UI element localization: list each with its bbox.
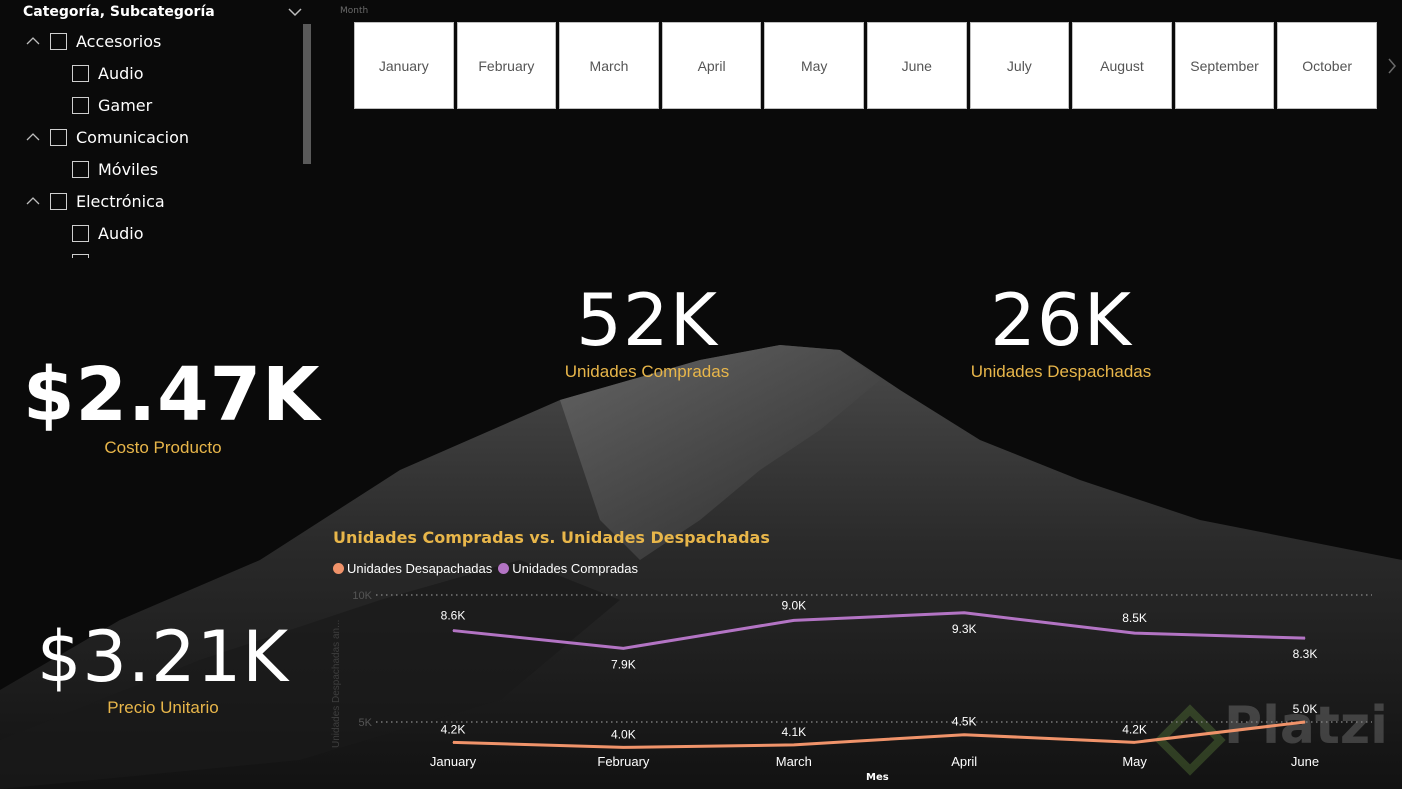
chevron-up-icon[interactable]: [24, 34, 42, 48]
month-tile[interactable]: March: [559, 22, 659, 109]
kpi-label: Precio Unitario: [107, 698, 219, 717]
slicer-item-label: Electrónica: [76, 191, 165, 211]
platzi-watermark-text: Platzi: [1224, 696, 1388, 756]
slicer-item-moviles[interactable]: Móviles: [72, 156, 158, 182]
slicer-item-electronica[interactable]: Electrónica: [24, 188, 165, 214]
kpi-unidades-despachadas: 26K Unidades Despachadas: [934, 284, 1188, 382]
legend-item-compradas[interactable]: Unidades Compradas: [498, 561, 638, 576]
chart-title: Unidades Compradas vs. Unidades Despacha…: [333, 528, 770, 547]
slicer-item-accesorios[interactable]: Accesorios: [24, 28, 161, 54]
slicer-item-label: Móviles: [98, 159, 159, 179]
slicer-item-label: Audio: [98, 63, 144, 83]
legend-dot: [333, 563, 344, 574]
slicer-item-label: Accesorios: [76, 31, 162, 51]
kpi-value: 52K: [576, 278, 718, 362]
chevron-up-icon[interactable]: [24, 194, 42, 208]
chevron-right-icon[interactable]: [1386, 56, 1398, 76]
x-axis-title: Mes: [866, 772, 889, 783]
month-tile[interactable]: October: [1277, 22, 1377, 109]
chart-legend: Unidades Desapachadas Unidades Compradas: [333, 561, 644, 576]
slicer-item-audio[interactable]: Audio: [72, 60, 143, 86]
slicer-item-gamer[interactable]: Gamer: [72, 92, 152, 118]
kpi-precio-unitario: $3.21K Precio Unitario: [23, 622, 303, 718]
checkbox[interactable]: [72, 96, 89, 114]
kpi-value: $2.47K: [23, 352, 321, 438]
month-tile[interactable]: April: [661, 22, 762, 109]
slicer-item-label: Comunicacion: [76, 127, 190, 147]
checkbox[interactable]: [72, 160, 89, 178]
month-tile[interactable]: July: [969, 22, 1070, 109]
category-slicer: Categoría, Subcategoría Accesorios Audio…: [0, 0, 320, 262]
legend-dot: [498, 563, 510, 574]
kpi-label: Unidades Compradas: [564, 362, 730, 381]
checkbox[interactable]: [72, 224, 89, 242]
month-slicer: January February March April May June Ju…: [354, 22, 1377, 109]
month-slicer-label: Month: [340, 6, 369, 16]
slicer-title: Categoría, Subcategoría: [23, 4, 215, 20]
kpi-label: Unidades Despachadas: [970, 362, 1152, 381]
slicer-item-audio[interactable]: Audio: [72, 220, 143, 246]
month-tile[interactable]: August: [1072, 22, 1172, 109]
y-axis-title: Unidades Despachadas an...: [331, 619, 342, 748]
month-tile[interactable]: June: [866, 22, 967, 109]
checkbox[interactable]: [50, 128, 67, 146]
legend-label: Unidades Desapachadas: [347, 561, 493, 576]
kpi-unidades-compradas: 52K Unidades Compradas: [520, 284, 774, 382]
kpi-costo-producto: $2.47K Costo Producto: [23, 352, 321, 458]
month-tile[interactable]: May: [764, 22, 864, 109]
month-tile[interactable]: February: [456, 22, 557, 109]
chevron-down-icon[interactable]: [287, 6, 303, 18]
slicer-scrollbar[interactable]: [303, 24, 311, 164]
checkbox[interactable]: [50, 192, 67, 210]
checkbox[interactable]: [72, 254, 89, 258]
checkbox[interactable]: [72, 64, 89, 82]
slicer-item-label: Gamer: [98, 95, 153, 115]
kpi-value: 26K: [990, 278, 1132, 362]
month-tile[interactable]: September: [1174, 22, 1275, 109]
legend-item-despachadas[interactable]: Unidades Desapachadas: [333, 561, 492, 576]
kpi-value: $3.21K: [36, 616, 290, 698]
legend-label: Unidades Compradas: [512, 561, 639, 576]
slicer-item-label: Audio: [98, 223, 144, 243]
slicer-item-comunicacion[interactable]: Comunicacion: [24, 124, 189, 150]
month-tile[interactable]: January: [354, 22, 454, 109]
chevron-up-icon[interactable]: [24, 130, 42, 144]
kpi-label: Costo Producto: [104, 438, 222, 457]
checkbox[interactable]: [50, 32, 67, 50]
